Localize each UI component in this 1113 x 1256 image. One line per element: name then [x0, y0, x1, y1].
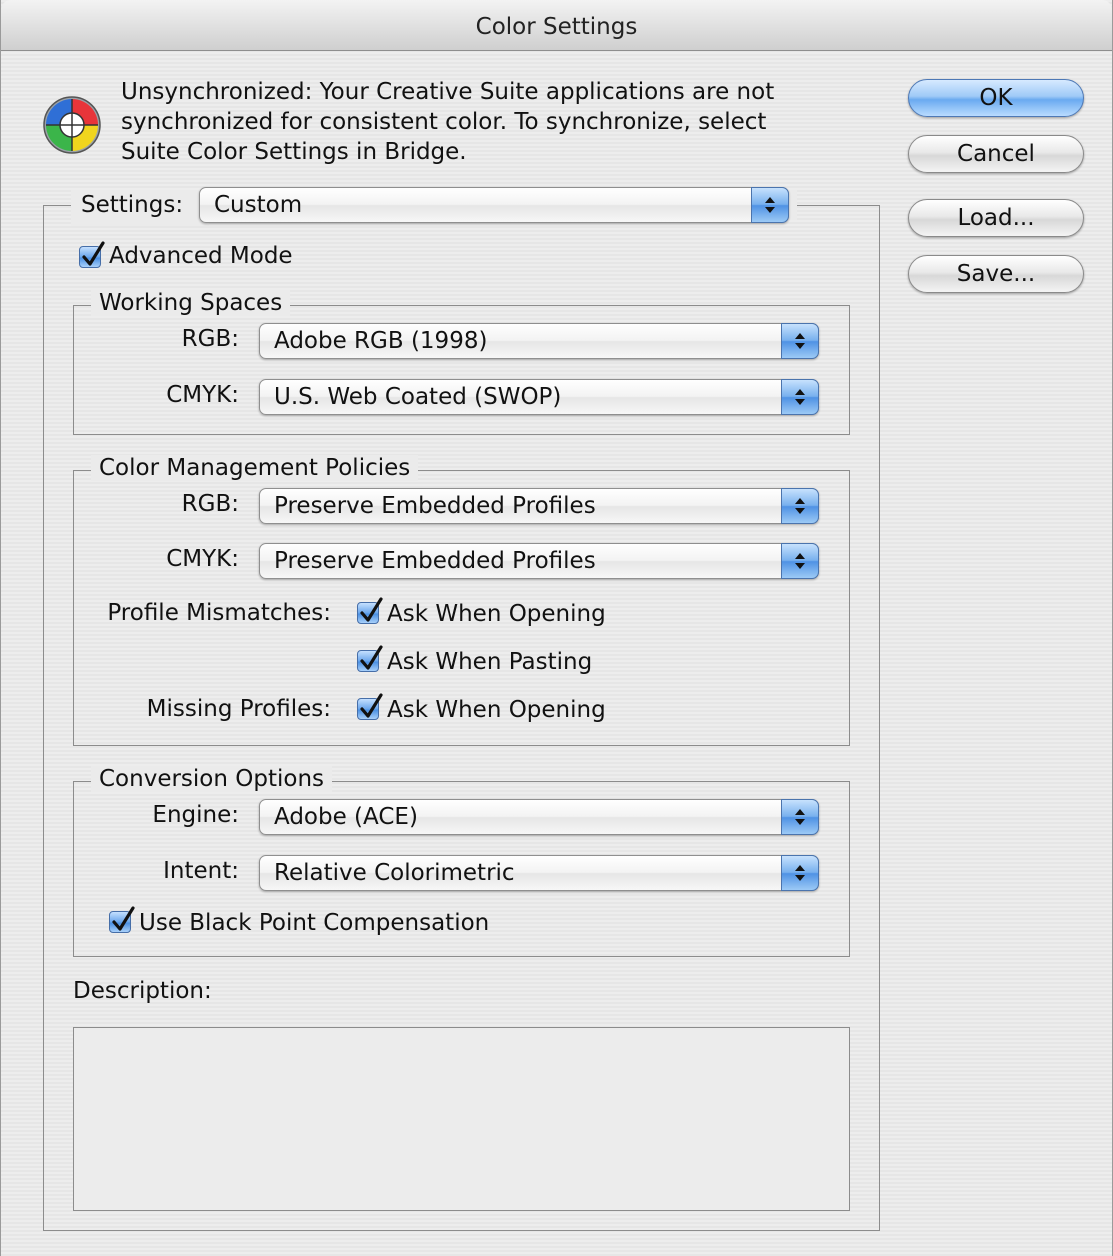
settings-popup[interactable]: Custom [199, 187, 789, 223]
popup-arrows-icon [781, 379, 819, 415]
missing-ask-opening-label: Ask When Opening [387, 697, 606, 723]
settings-label: Settings: [71, 190, 209, 226]
popup-arrows-icon [781, 543, 819, 579]
advanced-mode-label: Advanced Mode [109, 243, 293, 269]
engine-popup[interactable]: Adobe (ACE) [259, 799, 819, 835]
mismatch-ask-pasting-label: Ask When Pasting [387, 649, 593, 675]
missing-ask-opening-checkbox[interactable] [357, 693, 383, 720]
popup-arrows-icon [781, 799, 819, 835]
conversion-options-title: Conversion Options [91, 766, 333, 792]
mismatch-ask-pasting-checkbox[interactable] [357, 645, 383, 672]
intent-popup[interactable]: Relative Colorimetric [259, 855, 819, 891]
ws-rgb-label: RGB: [181, 326, 239, 352]
engine-value: Adobe (ACE) [274, 804, 418, 830]
description-box [73, 1027, 850, 1211]
missing-profiles-label: Missing Profiles: [146, 696, 331, 722]
popup-arrows-icon [781, 323, 819, 359]
cmp-rgb-value: Preserve Embedded Profiles [274, 493, 596, 519]
black-point-compensation-label: Use Black Point Compensation [139, 910, 490, 936]
ws-rgb-value: Adobe RGB (1998) [274, 328, 488, 354]
working-spaces-title: Working Spaces [91, 290, 291, 316]
cmp-cmyk-popup[interactable]: Preserve Embedded Profiles [259, 543, 819, 579]
color-wheel-icon [43, 96, 101, 154]
load-button[interactable]: Load... [908, 199, 1084, 237]
popup-arrows-icon [781, 855, 819, 891]
ws-cmyk-popup[interactable]: U.S. Web Coated (SWOP) [259, 379, 819, 415]
advanced-mode-checkbox[interactable] [79, 241, 105, 268]
ws-cmyk-value: U.S. Web Coated (SWOP) [274, 384, 562, 410]
sync-status-message: Unsynchronized: Your Creative Suite appl… [121, 79, 775, 165]
frame-gap [789, 190, 797, 220]
profile-mismatches-label: Profile Mismatches: [107, 600, 331, 626]
engine-label: Engine: [152, 802, 239, 828]
ok-button[interactable]: OK [908, 79, 1084, 117]
policies-title: Color Management Policies [91, 455, 419, 481]
mismatch-ask-opening-label: Ask When Opening [387, 601, 606, 627]
black-point-compensation-checkbox[interactable] [109, 906, 135, 933]
save-button[interactable]: Save... [908, 255, 1084, 293]
intent-value: Relative Colorimetric [274, 860, 515, 886]
settings-value: Custom [214, 192, 303, 218]
color-settings-dialog: Color Settings Unsynchronized: Your Crea… [0, 0, 1113, 1256]
cancel-button[interactable]: Cancel [908, 135, 1084, 173]
ws-rgb-popup[interactable]: Adobe RGB (1998) [259, 323, 819, 359]
cmp-rgb-popup[interactable]: Preserve Embedded Profiles [259, 488, 819, 524]
window-title: Color Settings [1, 0, 1112, 51]
cmp-rgb-label: RGB: [181, 491, 239, 517]
intent-label: Intent: [163, 858, 239, 884]
ws-cmyk-label: CMYK: [166, 382, 239, 408]
mismatch-ask-opening-checkbox[interactable] [357, 597, 383, 624]
description-label: Description: [73, 978, 212, 1004]
popup-arrows-icon [751, 187, 789, 223]
popup-arrows-icon [781, 488, 819, 524]
cmp-cmyk-value: Preserve Embedded Profiles [274, 548, 596, 574]
cmp-cmyk-label: CMYK: [166, 546, 239, 572]
